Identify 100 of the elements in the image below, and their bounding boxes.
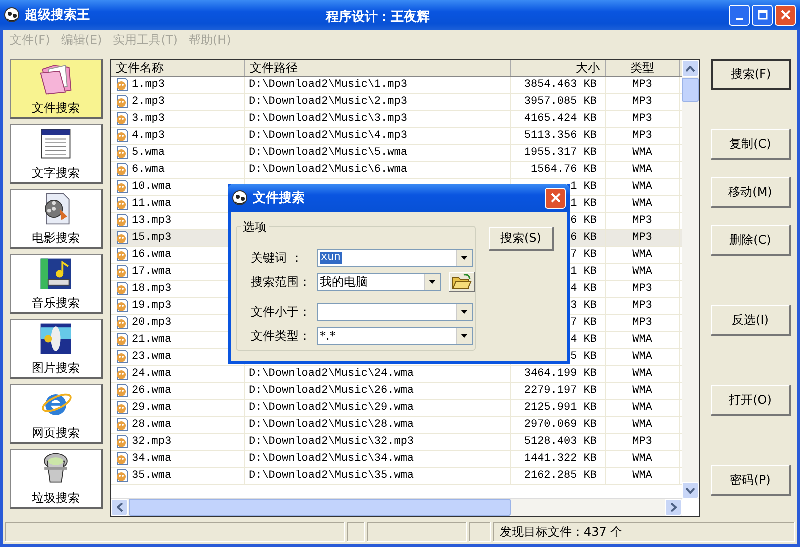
sidebar-button[interactable]: 文字搜索 xyxy=(10,124,103,184)
action-button[interactable]: 移动(M) xyxy=(711,177,791,208)
table-cell: 18.mp3 xyxy=(132,283,172,295)
audio-file-icon xyxy=(115,112,129,126)
dropdown-field[interactable]: 我的电脑 xyxy=(317,273,441,291)
table-cell: WMA xyxy=(632,249,652,261)
action-button[interactable]: 删除(C) xyxy=(711,225,791,256)
audio-file-icon xyxy=(115,163,129,177)
sidebar-button[interactable]: 网页搜索 xyxy=(10,384,103,444)
dropdown-field[interactable]: xun xyxy=(317,249,473,267)
sidebar-button[interactable]: 文件搜索 xyxy=(10,59,103,119)
table-cell: 3 KB xyxy=(570,300,597,312)
table-cell: 3464.199 KB xyxy=(524,368,597,380)
table-cell: 29.wma xyxy=(132,402,172,414)
sidebar-button[interactable]: 电影搜索 xyxy=(10,189,103,249)
table-cell: WMA xyxy=(632,266,652,278)
table-cell: MP3 xyxy=(632,130,652,142)
table-cell: 6 KB xyxy=(570,232,597,244)
table-cell: 13.mp3 xyxy=(132,215,172,227)
status-text: 发现目标文件：437 个 xyxy=(493,522,795,542)
action-button[interactable]: 搜索(F) xyxy=(711,59,791,90)
action-button[interactable]: 反选(I) xyxy=(711,305,791,336)
table-cell: 1564.76 KB xyxy=(530,164,597,176)
table-cell: 4.mp3 xyxy=(132,130,166,142)
table-cell: MP3 xyxy=(632,436,652,448)
audio-file-icon xyxy=(115,367,129,381)
column-header[interactable]: 文件路径 xyxy=(245,60,511,76)
sidebar-button[interactable]: 音乐搜索 xyxy=(10,254,103,314)
column-header[interactable]: 大小 xyxy=(511,60,606,76)
table-cell: 3.mp3 xyxy=(132,113,166,125)
scroll-down-button[interactable] xyxy=(682,482,699,499)
audio-file-icon xyxy=(115,214,129,228)
action-button[interactable]: 打开(O) xyxy=(711,385,791,416)
action-button[interactable]: 密码(P) xyxy=(711,465,791,496)
dropdown-field[interactable] xyxy=(317,303,473,321)
column-header[interactable]: 文件名称 xyxy=(111,60,245,76)
dropdown-field[interactable]: *.* xyxy=(317,327,473,345)
table-cell: 35.wma xyxy=(132,470,172,482)
table-row[interactable]: 34.wma D:\Download2\Music\34.wma 1441.322 KB WMA xyxy=(111,451,682,468)
table-row[interactable]: 3.mp3 D:\Download2\Music\3.mp3 4165.424 KB MP3 xyxy=(111,111,682,128)
search-button[interactable]: 搜索(S) xyxy=(489,227,554,251)
maximize-button[interactable] xyxy=(752,4,773,26)
table-row[interactable]: 29.wma D:\Download2\Music\29.wma 2125.991 KB WMA xyxy=(111,400,682,417)
audio-file-icon xyxy=(115,469,129,483)
table-cell: WMA xyxy=(632,198,652,210)
audio-file-icon xyxy=(115,248,129,262)
table-cell: 2279.197 KB xyxy=(524,385,597,397)
table-row[interactable]: 4.mp3 D:\Download2\Music\4.mp3 5113.356 KB MP3 xyxy=(111,128,682,145)
audio-file-icon xyxy=(115,435,129,449)
table-row[interactable]: 26.wma D:\Download2\Music\26.wma 2279.197 KB WMA xyxy=(111,383,682,400)
scroll-thumb[interactable] xyxy=(682,78,699,102)
table-row[interactable]: 6.wma D:\Download2\Music\6.wma 1564.76 KB WMA xyxy=(111,162,682,179)
scroll-up-button[interactable] xyxy=(682,60,699,77)
table-cell: WMA xyxy=(632,368,652,380)
table-cell: 2162.285 KB xyxy=(524,470,597,482)
scroll-left-button[interactable] xyxy=(111,499,128,516)
caret-icon xyxy=(429,280,436,284)
status-panel xyxy=(347,522,365,542)
table-cell: WMA xyxy=(632,385,652,397)
column-header[interactable]: 类型 xyxy=(606,60,680,76)
table-cell: 4 KB xyxy=(570,283,597,295)
table-cell: 7 KB xyxy=(570,249,597,261)
table-row[interactable]: 32.mp3 D:\Download2\Music\32.mp3 5128.403 KB MP3 xyxy=(111,434,682,451)
close-button[interactable] xyxy=(545,188,566,208)
table-cell: 3957.085 KB xyxy=(524,96,597,108)
field-label: 关键词 ： xyxy=(251,250,304,266)
table-cell: MP3 xyxy=(632,283,652,295)
sidebar-button[interactable]: 垃圾搜索 xyxy=(10,449,103,509)
table-cell: 6 KB xyxy=(570,215,597,227)
table-row[interactable]: 2.mp3 D:\Download2\Music\2.mp3 3957.085 KB MP3 xyxy=(111,94,682,111)
field-label: 搜索范围： xyxy=(251,274,312,290)
table-cell: 23.wma xyxy=(132,351,172,363)
table-cell: D:\Download2\Music\34.wma xyxy=(249,453,414,465)
table-cell: D:\Download2\Music\29.wma xyxy=(249,402,414,414)
table-row[interactable]: 35.wma D:\Download2\Music\35.wma 2162.285 KB WMA xyxy=(111,468,682,485)
browse-button[interactable] xyxy=(449,272,475,292)
table-cell: WMA xyxy=(632,334,652,346)
window-subtitle: 程序设计：王夜辉 xyxy=(326,8,430,26)
table-cell: D:\Download2\Music\26.wma xyxy=(249,385,414,397)
table-row[interactable]: 24.wma D:\Download2\Music\24.wma 3464.199 KB WMA xyxy=(111,366,682,383)
table-cell: 16.wma xyxy=(132,249,172,261)
table-cell: 20.mp3 xyxy=(132,317,172,329)
table-row[interactable]: 5.wma D:\Download2\Music\5.wma 1955.317 KB WMA xyxy=(111,145,682,162)
sidebar-button[interactable]: 图片搜索 xyxy=(10,319,103,379)
table-cell: MP3 xyxy=(632,215,652,227)
minimize-button[interactable] xyxy=(729,4,750,26)
table-cell: 5128.403 KB xyxy=(524,436,597,448)
table-cell: 15.mp3 xyxy=(132,232,172,244)
scroll-thumb[interactable] xyxy=(129,499,511,516)
close-button[interactable] xyxy=(775,4,796,26)
scroll-right-button[interactable] xyxy=(665,499,682,516)
audio-file-icon xyxy=(115,197,129,211)
horizontal-scrollbar[interactable] xyxy=(111,498,682,516)
table-row[interactable]: 28.wma D:\Download2\Music\28.wma 2970.069 KB WMA xyxy=(111,417,682,434)
table-cell: 5 KB xyxy=(570,351,597,363)
table-cell: 5.wma xyxy=(132,147,166,159)
table-row[interactable]: 1.mp3 D:\Download2\Music\1.mp3 3854.463 KB MP3 xyxy=(111,77,682,94)
vertical-scrollbar[interactable] xyxy=(682,60,699,499)
action-button[interactable]: 复制(C) xyxy=(711,129,791,160)
caret-icon xyxy=(461,334,468,338)
